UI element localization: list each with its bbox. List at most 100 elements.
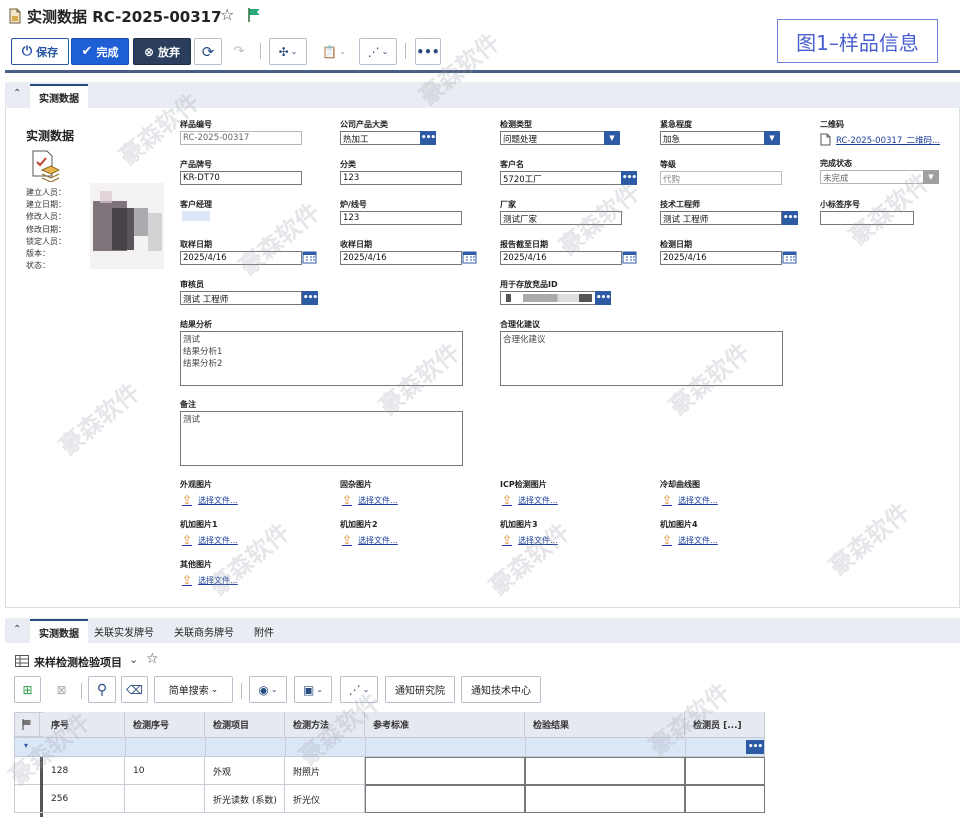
share-dropdown-button[interactable]: ⋰ ⌄ <box>359 38 397 65</box>
lookup-button[interactable]: ••• <box>302 291 318 305</box>
lookup-button[interactable]: ••• <box>621 171 637 185</box>
dropdown-arrow-icon[interactable]: ▼ <box>604 131 620 145</box>
report-date-field[interactable]: 2025/4/16 <box>500 251 622 265</box>
search-button[interactable]: ⚲ <box>88 676 116 703</box>
tab-related-shipped-brand[interactable]: 关联实发牌号 <box>94 624 154 639</box>
tab-related-business-brand[interactable]: 关联商务牌号 <box>174 624 234 639</box>
notify-institute-button[interactable]: 通知研究院 <box>385 676 455 703</box>
upload-link[interactable]: ⇪ 选择文件... <box>342 533 398 547</box>
cell-result[interactable] <box>525 757 685 785</box>
flag-icon[interactable] <box>246 7 262 23</box>
calendar-icon[interactable] <box>782 251 797 264</box>
classify-field[interactable]: 123 <box>340 171 462 185</box>
favorite-star-icon[interactable]: ☆ <box>146 651 159 667</box>
abandon-button[interactable]: ⊗ 放弃 <box>133 38 191 65</box>
view-dropdown-button[interactable]: ◉ ⌄ <box>249 676 287 703</box>
lookup-button[interactable]: ••• <box>420 131 436 145</box>
lookup-button[interactable]: ••• <box>595 291 611 305</box>
upload-link[interactable]: ⇪ 选择文件... <box>182 573 238 587</box>
cell-standard[interactable] <box>365 785 525 813</box>
sample-no-field[interactable]: RC-2025-00317 <box>180 131 302 145</box>
col-check-seq[interactable]: 检测序号 <box>125 712 205 737</box>
finish-status-select[interactable]: 未完成 <box>820 170 924 184</box>
tab-measured-data[interactable]: 实测数据 <box>30 84 88 108</box>
reviewer-field[interactable]: 测试 工程师 <box>180 291 302 305</box>
customer-field[interactable]: 5720工厂 <box>500 171 622 185</box>
engineer-field[interactable]: 测试 工程师 <box>660 211 782 225</box>
col-standard[interactable]: 参考标准 <box>365 712 525 737</box>
cell-inspector[interactable] <box>685 757 765 785</box>
col-method[interactable]: 检测方法 <box>285 712 365 737</box>
urgency-select[interactable]: 加急 <box>660 131 765 145</box>
upload-link[interactable]: ⇪ 选择文件... <box>662 533 718 547</box>
filter-more-button[interactable]: ••• <box>746 740 764 754</box>
refresh-button[interactable]: ⟳ <box>194 38 222 65</box>
dropdown-arrow-icon[interactable]: ▼ <box>764 131 780 145</box>
favorite-star-icon[interactable]: ☆ <box>220 5 234 24</box>
upload-link[interactable]: ⇪ 选择文件... <box>502 493 558 507</box>
check-date-field[interactable]: 2025/4/16 <box>660 251 782 265</box>
save-button[interactable]: ⏻ 保存 <box>11 38 69 65</box>
col-item[interactable]: 检测项目 <box>205 712 285 737</box>
cell-seq[interactable]: 128 <box>43 757 125 785</box>
redo-button[interactable]: ↷ <box>225 38 253 65</box>
add-row-button[interactable]: ⊞ <box>14 676 41 703</box>
cell-result[interactable] <box>525 785 685 813</box>
collapse-icon[interactable]: ⌃ <box>13 88 21 99</box>
cell-seq[interactable]: 256 <box>43 785 125 813</box>
lookup-button[interactable]: ••• <box>782 211 798 225</box>
factory-field[interactable]: 测试厂家 <box>500 211 622 225</box>
cell-check-seq[interactable] <box>125 785 205 813</box>
workflow-dropdown-button[interactable]: ✣ ⌄ <box>269 38 307 65</box>
workflow-icon: ✣ <box>278 44 289 59</box>
delete-row-button[interactable]: ⊠ <box>48 676 75 703</box>
grade-field[interactable]: 代购 <box>660 171 782 185</box>
upload-link[interactable]: ⇪ 选择文件... <box>502 533 558 547</box>
cell-check-seq[interactable]: 10 <box>125 757 205 785</box>
furnace-field[interactable]: 123 <box>340 211 462 225</box>
receive-date-field[interactable]: 2025/4/16 <box>340 251 462 265</box>
filter-arrow-icon[interactable]: ▾ <box>24 741 28 750</box>
col-seq[interactable]: 序号 <box>43 712 125 737</box>
more-button[interactable]: ••• <box>415 38 441 65</box>
brand-field[interactable]: KR-DT70 <box>180 171 302 185</box>
calendar-icon[interactable] <box>622 251 637 264</box>
col-result[interactable]: 检验结果 <box>525 712 685 737</box>
share-dropdown-button-2[interactable]: ⋰ ⌄ <box>340 676 378 703</box>
remark-textarea[interactable]: 测试 <box>180 411 463 466</box>
cell-standard[interactable] <box>365 757 525 785</box>
collapse-icon[interactable]: ⌃ <box>13 624 21 635</box>
cell-item[interactable]: 外观 <box>205 757 285 785</box>
col-inspector[interactable]: 检测员 [...] <box>685 712 765 737</box>
analysis-textarea[interactable]: 测试 结果分析1 结果分析2 <box>180 331 463 386</box>
qrcode-link[interactable]: RC-2025-00317_二维码... <box>820 133 940 146</box>
done-button[interactable]: ✔ 完成 <box>71 38 129 65</box>
dropdown-arrow-icon[interactable]: ▼ <box>923 170 939 184</box>
search-mode-select[interactable]: 简单搜索 ⌄ <box>154 676 233 703</box>
notify-center-button[interactable]: 通知技术中心 <box>461 676 541 703</box>
toolbar-separator <box>260 43 261 59</box>
clipboard-dropdown-button[interactable]: 📋 ⌄ <box>315 38 353 65</box>
cell-method[interactable]: 附照片 <box>285 757 365 785</box>
tab-attachments[interactable]: 附件 <box>254 624 274 639</box>
upload-link[interactable]: ⇪ 选择文件... <box>182 533 238 547</box>
calendar-icon[interactable] <box>302 251 317 264</box>
chevron-down-icon[interactable]: ⌄ <box>129 653 138 666</box>
flag-column-icon[interactable] <box>14 712 40 737</box>
upload-link[interactable]: ⇪ 选择文件... <box>662 493 718 507</box>
cell-inspector[interactable] <box>685 785 765 813</box>
company-category-field[interactable]: 热加工 <box>340 131 421 145</box>
grid-filter-row[interactable] <box>14 737 765 757</box>
export-dropdown-button[interactable]: ▣ ⌄ <box>294 676 332 703</box>
label-seq-field[interactable] <box>820 211 914 225</box>
suggestion-textarea[interactable]: 合理化建议 <box>500 331 783 386</box>
cell-item[interactable]: 折光读数 (系数) <box>205 785 285 813</box>
upload-link[interactable]: ⇪ 选择文件... <box>342 493 398 507</box>
inspect-type-select[interactable]: 问题处理 <box>500 131 605 145</box>
tab-measured-data-2[interactable]: 实测数据 <box>30 619 88 643</box>
clear-search-button[interactable]: ⌫ <box>121 676 148 703</box>
calendar-icon[interactable] <box>462 251 477 264</box>
upload-link[interactable]: ⇪ 选择文件... <box>182 493 238 507</box>
sample-date-field[interactable]: 2025/4/16 <box>180 251 302 265</box>
cell-method[interactable]: 折光仪 <box>285 785 365 813</box>
